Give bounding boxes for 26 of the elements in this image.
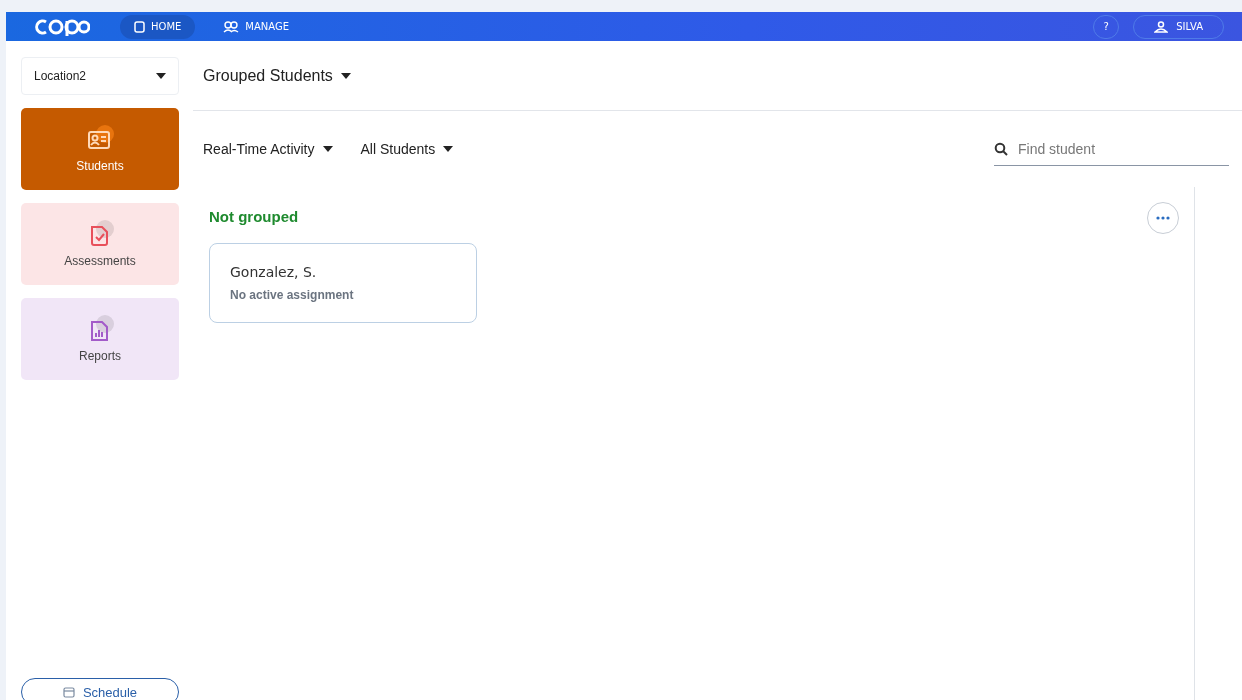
schedule-button[interactable]: Schedule [21,678,179,700]
student-card[interactable]: Gonzalez, S. No active assignment [209,243,477,323]
more-button[interactable] [1147,202,1179,234]
nav-tile[interactable]: Students [21,108,179,190]
nav-tab[interactable]: MANAGE [209,14,304,39]
square-icon [134,20,145,33]
location-dropdown[interactable]: Location2 [21,57,179,95]
user-icon [1154,20,1169,33]
caret-icon [340,72,351,79]
nav-tile[interactable]: Reports [21,298,179,380]
calendar-icon [62,686,75,698]
caret-icon [322,146,333,152]
view-dropdown[interactable]: Grouped Students [203,66,351,85]
people-icon [223,20,240,33]
caret-icon [443,146,454,152]
nav-tile[interactable]: Assessments [21,203,179,285]
group-title: Not grouped [209,207,299,225]
filter-dropdown[interactable]: All Students [360,141,454,157]
student-name: Gonzalez, S. [230,264,318,280]
caret-icon [156,73,166,79]
student-status: No active assignment [230,288,355,302]
logo-icon [34,17,90,36]
more-icon [1156,216,1170,220]
nav-tab[interactable]: HOME [120,14,196,39]
search-icon [994,141,1008,156]
filter-dropdown[interactable]: Real-Time Activity [203,141,333,157]
